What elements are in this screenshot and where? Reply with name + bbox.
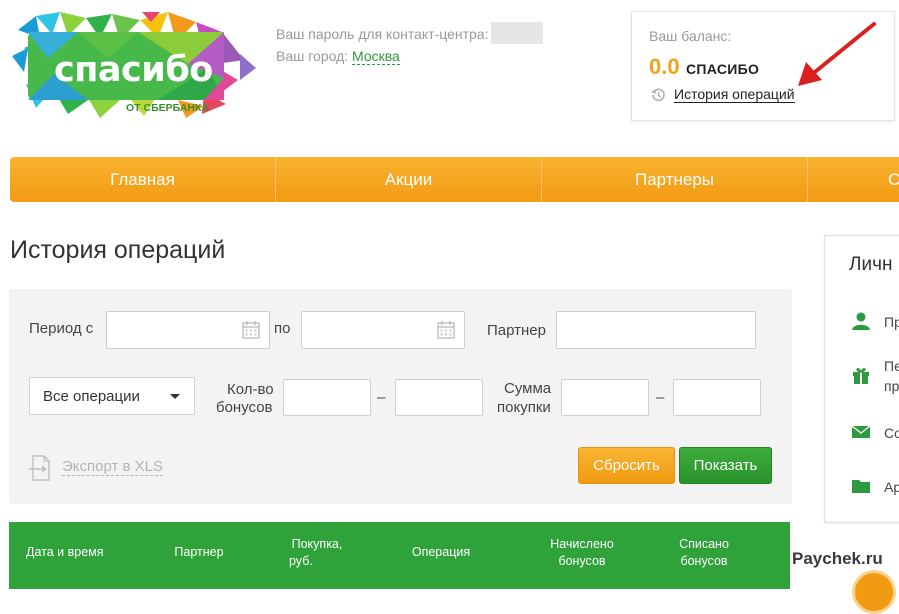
range-dash: – xyxy=(656,389,665,406)
sidebar-title: Личн xyxy=(849,254,893,275)
sidebar-item-messages[interactable]: Со xyxy=(884,423,899,443)
bonus-count-from-input[interactable] xyxy=(283,379,371,416)
bonus-count-label-line1: Кол-во xyxy=(227,381,274,398)
sidebar-item-profile[interactable]: Пр xyxy=(884,312,899,332)
nav-item-promotions[interactable]: Акции xyxy=(276,157,542,202)
history-icon xyxy=(651,88,665,102)
reset-button[interactable]: Сбросить xyxy=(578,447,675,484)
show-button[interactable]: Показать xyxy=(679,447,772,484)
col-purchase-label-line2: руб. xyxy=(289,554,313,568)
chevron-down-icon xyxy=(170,394,180,399)
operations-select[interactable]: Все операции xyxy=(29,377,195,415)
range-dash: – xyxy=(377,389,386,406)
col-partner-label: Партнер xyxy=(174,545,224,559)
gift-icon[interactable] xyxy=(851,365,871,385)
city-link[interactable]: Москва xyxy=(352,48,400,65)
col-operation-label: Операция xyxy=(411,545,471,559)
period-from-input[interactable] xyxy=(106,311,270,349)
balance-label: Ваш баланс: xyxy=(649,28,732,44)
sidebar-item-archive[interactable]: Ар xyxy=(884,477,899,497)
nav-item-partners[interactable]: Партнеры xyxy=(542,157,808,202)
operations-table-header: Дата и время Партнер Покупка, руб. Опера… xyxy=(9,522,790,589)
col-written-off-label-line1: Списано xyxy=(679,537,729,551)
partner-input[interactable] xyxy=(556,311,756,349)
col-accrued[interactable]: Начислено бонусов xyxy=(537,536,627,570)
contact-password-line: Ваш пароль для контакт-центра: xyxy=(276,22,543,44)
history-link[interactable]: История операций xyxy=(674,87,795,103)
col-accrued-label-line2: бонусов xyxy=(558,554,606,568)
balance-value: 0.0 xyxy=(649,54,680,79)
logo-brand: спасибо xyxy=(54,50,213,90)
sidebar-item-gifts-line1[interactable]: Пе xyxy=(884,356,899,376)
logo[interactable]: спасибо ОТ СБЕРБАНКА xyxy=(8,8,258,123)
col-purchase[interactable]: Покупка, руб. xyxy=(277,536,357,570)
col-date-label: Дата и время xyxy=(26,545,104,559)
operations-select-value: Все операции xyxy=(43,388,140,405)
red-arrow xyxy=(798,22,876,86)
export-icon[interactable] xyxy=(28,454,54,482)
nav-item-home[interactable]: Главная xyxy=(10,157,276,202)
col-purchase-label-line1: Покупка, xyxy=(291,537,343,551)
purchase-sum-to-input[interactable] xyxy=(673,379,761,416)
sidebar-item-gifts-line2[interactable]: пр xyxy=(884,376,899,396)
folder-icon[interactable] xyxy=(851,476,871,496)
password-label: Ваш пароль для контакт-центра: xyxy=(276,26,489,42)
chat-widget-button[interactable] xyxy=(852,570,896,614)
logo-subtitle: ОТ СБЕРБАНКА xyxy=(126,102,209,114)
watermark: Paychek.ru xyxy=(790,549,885,569)
period-from-label: Период с xyxy=(29,320,94,337)
bonus-count-label-line2: бонусов xyxy=(216,399,273,416)
col-operation[interactable]: Операция xyxy=(401,544,481,561)
city-line: Ваш город: Москва xyxy=(276,48,400,65)
city-label: Ваш город: xyxy=(276,48,349,64)
col-written-off[interactable]: Списано бонусов xyxy=(659,536,749,570)
calendar-icon[interactable] xyxy=(436,320,456,340)
col-accrued-label-line1: Начислено xyxy=(550,537,614,551)
bonus-count-to-input[interactable] xyxy=(395,379,483,416)
col-written-off-label-line2: бонусов xyxy=(680,554,728,568)
main-nav: Главная Акции Партнеры С xyxy=(10,157,899,202)
col-partner[interactable]: Партнер xyxy=(159,544,239,561)
page-title: История операций xyxy=(10,236,226,264)
user-icon[interactable] xyxy=(851,311,871,331)
purchase-sum-label-line1: Сумма xyxy=(504,380,552,397)
purchase-sum-label-line2: покупки xyxy=(497,399,551,416)
balance-unit: СПАСИБО xyxy=(686,61,760,77)
purchase-sum-from-input[interactable] xyxy=(561,379,649,416)
export-xls-link[interactable]: Экспорт в XLS xyxy=(62,459,164,476)
nav-item-more[interactable]: С xyxy=(808,157,899,202)
partner-label: Партнер xyxy=(487,322,546,339)
col-date[interactable]: Дата и время xyxy=(26,544,126,561)
mail-icon[interactable] xyxy=(851,422,871,442)
period-to-label: по xyxy=(274,320,291,337)
period-to-input[interactable] xyxy=(301,311,465,349)
calendar-icon[interactable] xyxy=(241,320,261,340)
password-masked xyxy=(490,22,543,44)
bonus-count-label: Кол-во xyxy=(227,380,274,399)
